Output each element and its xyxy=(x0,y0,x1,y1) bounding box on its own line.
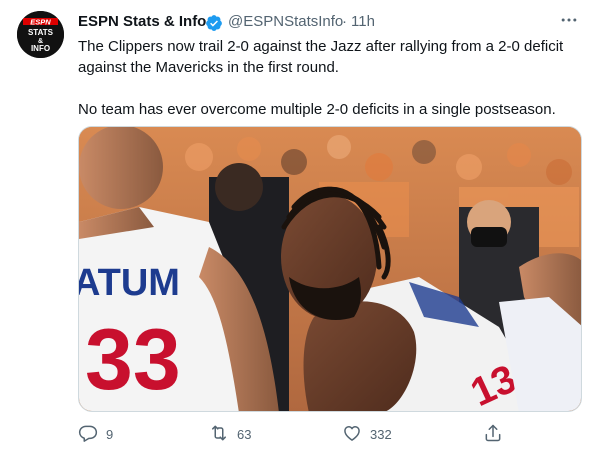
handle[interactable]: @ESPNStatsInfo xyxy=(228,13,343,30)
timestamp[interactable]: 11h xyxy=(351,13,375,30)
more-horizontal-icon[interactable] xyxy=(559,10,579,30)
reply-count: 9 xyxy=(106,427,114,442)
jersey-name: ATUM xyxy=(79,262,180,304)
retweet-button[interactable]: 63 xyxy=(209,423,269,445)
tweet-photo[interactable]: ATUM 33 13 xyxy=(78,126,582,412)
reply-icon xyxy=(78,425,98,442)
verified-badge-icon xyxy=(206,15,222,31)
logo-info-text: INFO xyxy=(31,44,50,53)
tweet-text-line: No team has ever overcome multiple 2-0 d… xyxy=(78,101,556,118)
jersey-number: 33 xyxy=(85,312,181,408)
tweet-text-line: against the Mavericks in the first round… xyxy=(78,59,339,76)
tweet-text: The Clippers now trail 2-0 against the J… xyxy=(78,36,578,120)
tweet-text-line: The Clippers now trail 2-0 against the J… xyxy=(78,38,564,55)
retweet-count: 63 xyxy=(237,427,252,442)
tweet-header: ESPN Stats & Info @ESPNStatsInfo · 11h xyxy=(78,12,585,34)
espn-stats-info-logo: ESPN STATS & INFO xyxy=(17,11,64,58)
retweet-icon xyxy=(212,425,226,441)
like-button[interactable]: 332 xyxy=(342,423,412,445)
logo-espn-text: ESPN xyxy=(30,17,51,26)
display-name[interactable]: ESPN Stats & Info xyxy=(78,13,206,30)
logo-stats-text: STATS xyxy=(28,28,54,37)
share-button[interactable] xyxy=(483,423,507,445)
like-count: 332 xyxy=(370,427,392,442)
reply-button[interactable]: 9 xyxy=(78,423,138,445)
share-icon xyxy=(485,424,501,442)
tweet[interactable]: ESPN STATS & INFO ESPN Stats & Info @ESP… xyxy=(0,0,595,454)
tweet-actions: 9 63 332 xyxy=(78,423,578,447)
separator-dot: · xyxy=(342,13,347,30)
photo-illustration: ATUM 33 13 xyxy=(79,127,581,411)
heart-icon xyxy=(344,426,360,441)
avatar[interactable]: ESPN STATS & INFO xyxy=(17,11,64,58)
